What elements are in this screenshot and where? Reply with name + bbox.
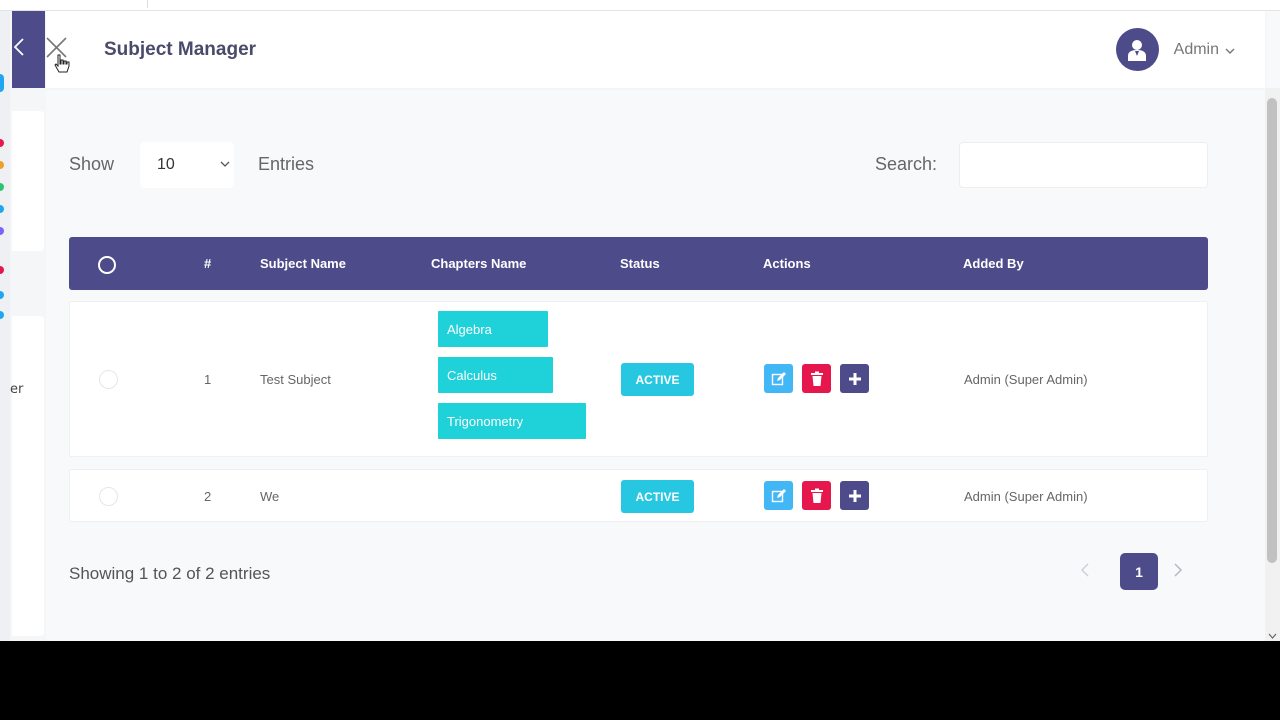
status-badge[interactable]: ACTIVE [621, 480, 694, 513]
plus-icon [848, 372, 861, 385]
page-title: Subject Manager [104, 39, 257, 60]
subject-name: We [260, 489, 280, 504]
chevron-down-icon [220, 161, 230, 167]
pagination-page-button[interactable]: 1 [1120, 553, 1158, 590]
edit-icon [771, 371, 786, 385]
added-by: Admin (Super Admin) [964, 372, 1088, 387]
sidebar-item-label[interactable]: er [10, 382, 23, 397]
trash-icon [810, 488, 823, 503]
chapter-badge: Trigonometry [438, 403, 586, 439]
sidebar-card [12, 316, 44, 636]
avatar[interactable] [1115, 28, 1159, 71]
subject-name: Test Subject [260, 372, 331, 387]
pagination-prev-icon[interactable] [1080, 562, 1090, 578]
plus-icon [848, 489, 861, 502]
row-number: 1 [204, 372, 212, 387]
entries-summary: Showing 1 to 2 of 2 entries [69, 564, 271, 583]
sidebar-indicator [0, 311, 4, 319]
entries-label: Entries [258, 154, 315, 174]
sidebar-indicator [0, 291, 4, 299]
sidebar-card [12, 111, 44, 251]
chevron-left-icon [13, 38, 24, 56]
column-header-actions[interactable]: Actions [763, 256, 811, 271]
chapter-badge: Calculus [438, 357, 553, 393]
delete-button[interactable] [802, 364, 831, 393]
sidebar-indicator [0, 139, 4, 147]
sidebar-toggle-button[interactable] [12, 11, 45, 88]
sidebar-indicator [0, 183, 4, 191]
added-by: Admin (Super Admin) [964, 489, 1088, 504]
table-header: # Subject Name Chapters Name Status Acti… [69, 237, 1208, 290]
table-row: 1 Test Subject Algebra Calculus Trigonom… [69, 301, 1208, 457]
column-header-added-by[interactable]: Added By [963, 256, 1024, 271]
delete-button[interactable] [802, 481, 831, 510]
column-header-subject-name[interactable]: Subject Name [260, 256, 346, 271]
page-scrollbar[interactable] [1265, 88, 1280, 641]
status-badge[interactable]: ACTIVE [621, 363, 694, 396]
row-number: 2 [204, 489, 212, 504]
edit-button[interactable] [764, 364, 793, 393]
edit-icon [771, 488, 786, 502]
chevron-down-icon [1225, 48, 1235, 54]
search-input[interactable] [959, 142, 1208, 188]
table-row: 2 We ACTIVE Admin (Super Admin) [69, 469, 1208, 522]
user-icon [1128, 39, 1147, 61]
search-label: Search: [875, 154, 938, 174]
user-menu[interactable]: Admin [1115, 28, 1235, 71]
browser-top-strip [0, 0, 1280, 11]
select-all-radio[interactable] [98, 256, 116, 274]
sidebar: er [0, 11, 46, 641]
scrollbar-thumb[interactable] [1267, 98, 1277, 563]
pagination-next-icon[interactable] [1173, 562, 1183, 578]
top-header: Subject Manager Admin [46, 11, 1265, 88]
edit-button[interactable] [764, 481, 793, 510]
column-header-number[interactable]: # [204, 256, 211, 271]
chapter-badge: Algebra [438, 311, 548, 347]
row-select-radio[interactable] [99, 487, 118, 506]
column-header-chapters-name[interactable]: Chapters Name [431, 256, 526, 271]
sidebar-indicator [0, 205, 4, 213]
sidebar-indicator [0, 266, 4, 274]
scroll-down-icon[interactable] [1268, 633, 1277, 639]
entries-value: 10 [157, 156, 175, 173]
sidebar-indicator [0, 227, 4, 235]
column-header-status[interactable]: Status [620, 256, 660, 271]
user-name[interactable]: Admin [1174, 41, 1219, 59]
add-button[interactable] [840, 481, 869, 510]
entries-select[interactable]: 10 [140, 142, 234, 188]
row-select-radio[interactable] [99, 370, 118, 389]
hand-cursor-icon [54, 54, 70, 73]
add-button[interactable] [840, 364, 869, 393]
sidebar-indicator [0, 161, 4, 169]
sidebar-indicator [0, 74, 4, 92]
show-label: Show [69, 154, 115, 174]
trash-icon [810, 371, 823, 386]
app-screen: er Subject Manager Admin Show 10 Entries… [0, 0, 1280, 641]
